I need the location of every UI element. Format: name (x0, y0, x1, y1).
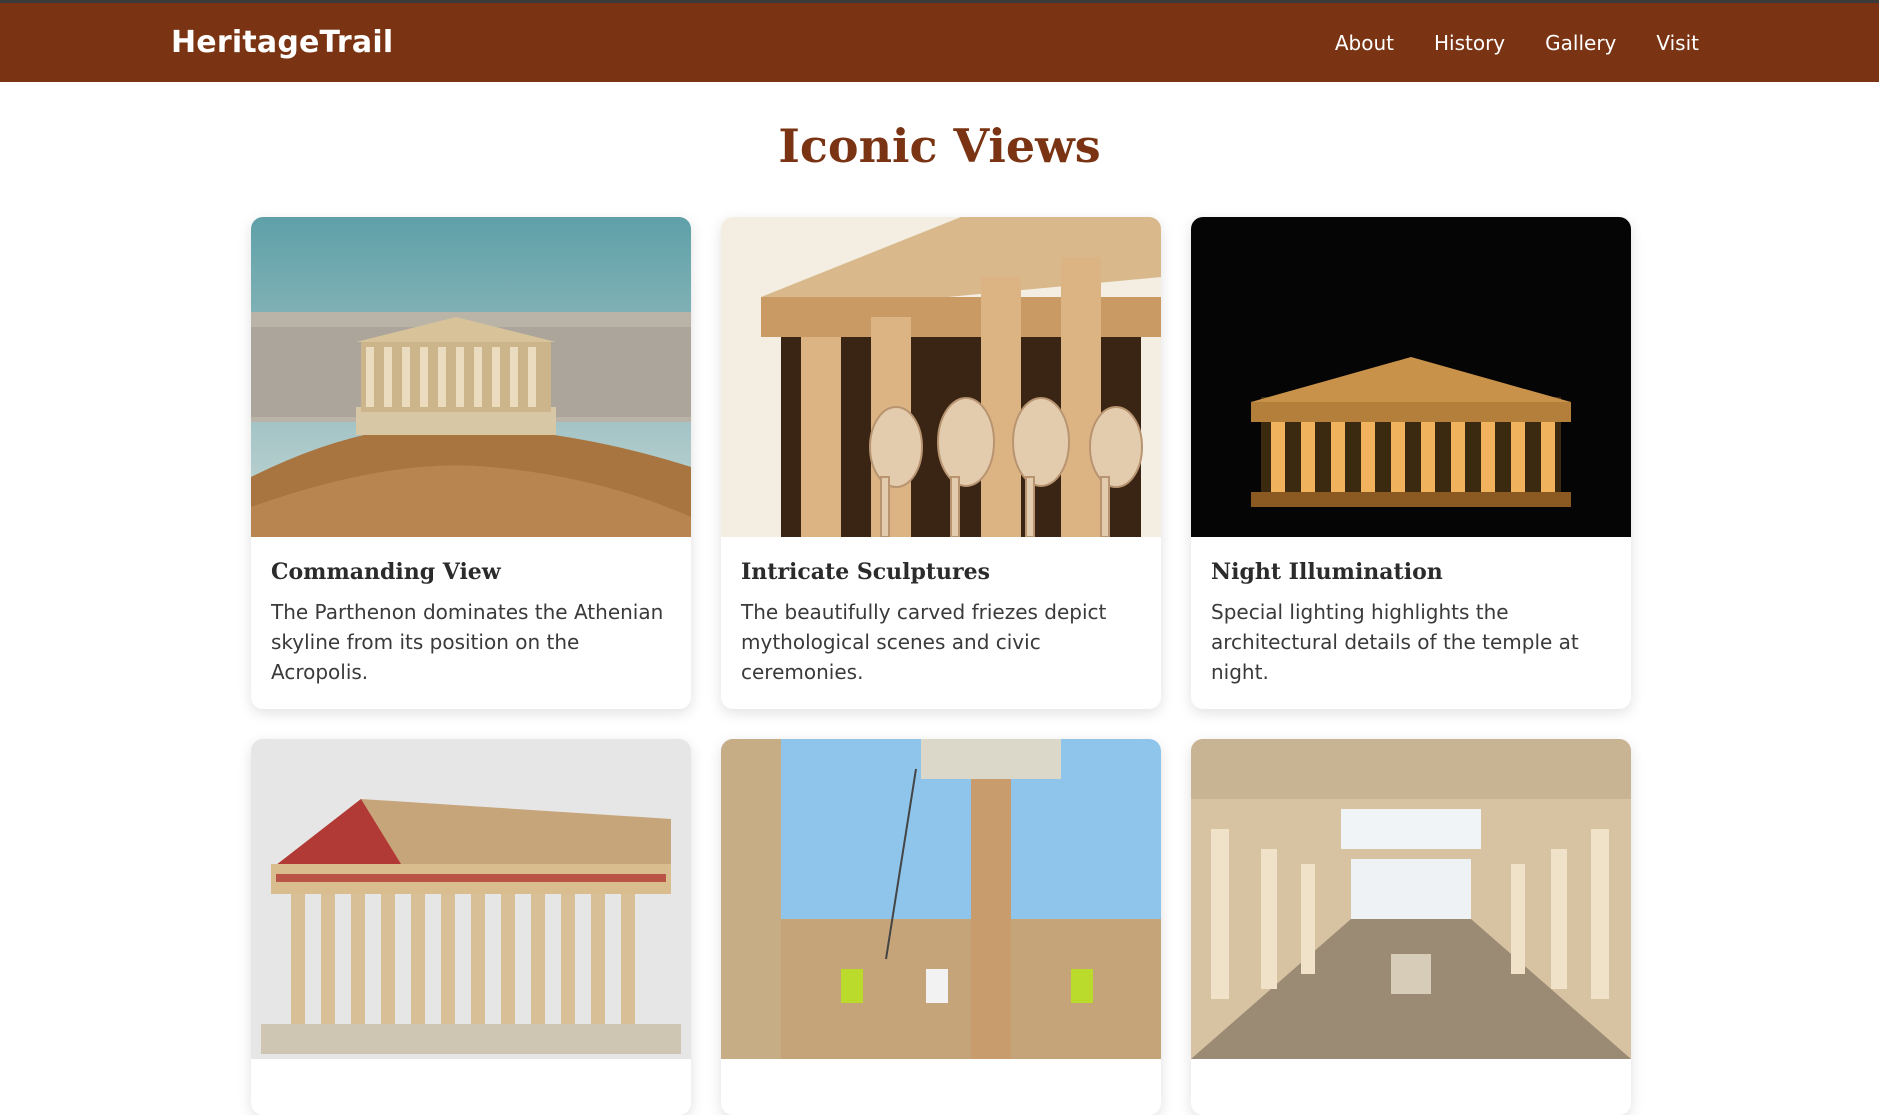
restoration-work-image (721, 739, 1161, 1059)
brand-logo[interactable]: HeritageTrail (171, 25, 393, 60)
card-title: Intricate Sculptures (741, 559, 991, 585)
view-card[interactable]: Commanding View The Parthenon dominates … (251, 217, 691, 709)
view-card[interactable] (251, 739, 691, 1115)
view-card[interactable] (1191, 739, 1631, 1115)
main-nav: About History Gallery Visit (1335, 31, 1699, 55)
card-title: Commanding View (271, 559, 501, 585)
card-description: Special lighting highlights the architec… (1211, 600, 1579, 684)
nav-gallery[interactable]: Gallery (1545, 31, 1616, 55)
view-card[interactable]: Night Illumination Special lighting high… (1191, 217, 1631, 709)
card-title: Night Illumination (1211, 559, 1443, 585)
museum-hall-image (1191, 739, 1631, 1059)
nav-about[interactable]: About (1335, 31, 1394, 55)
view-card[interactable] (721, 739, 1161, 1115)
card-description: The beautifully carved friezes depict my… (741, 600, 1107, 684)
view-card[interactable]: Intricate Sculptures The beautifully car… (721, 217, 1161, 709)
views-grid: Commanding View The Parthenon dominates … (251, 217, 1632, 1115)
section-title: Iconic Views (778, 119, 1101, 173)
site-header: HeritageTrail About History Gallery Visi… (0, 3, 1879, 82)
nav-visit[interactable]: Visit (1656, 31, 1699, 55)
temple-model-image (251, 739, 691, 1059)
nav-history[interactable]: History (1434, 31, 1505, 55)
card-description: The Parthenon dominates the Athenian sky… (271, 600, 664, 684)
night-temple-image (1191, 217, 1631, 537)
parthenon-hill-image (251, 217, 691, 537)
sculptures-image (721, 217, 1161, 537)
